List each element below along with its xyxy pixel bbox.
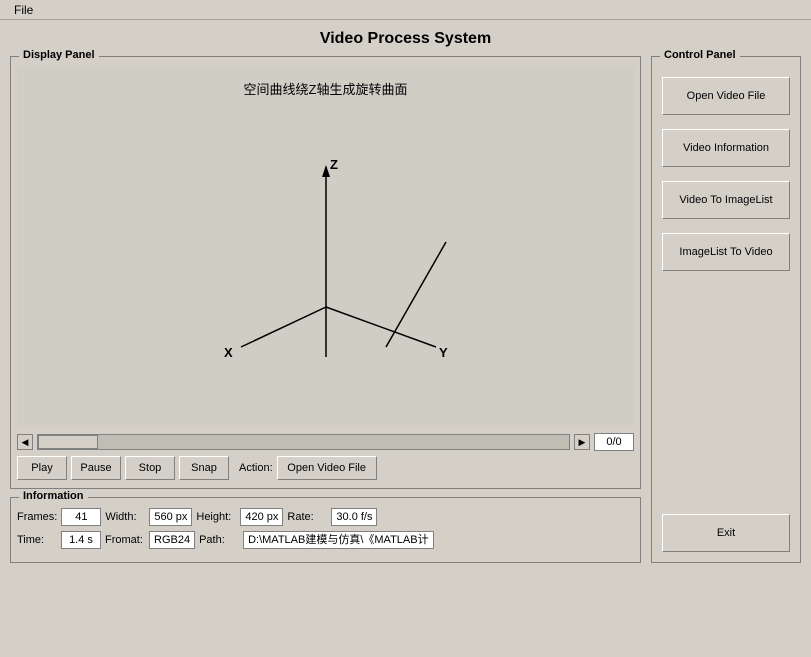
display-panel-label: Display Panel bbox=[19, 49, 99, 61]
left-panel: Display Panel 空间曲线绕Z轴生成旋转曲面 bbox=[10, 56, 641, 563]
frames-value: 41 bbox=[61, 508, 101, 526]
width-label: Width: bbox=[105, 511, 145, 523]
path-value: D:\MATLAB建模与仿真\《MATLAB计 bbox=[243, 531, 434, 549]
app-body: Display Panel 空间曲线绕Z轴生成旋转曲面 bbox=[0, 56, 811, 573]
video-to-imagelist-button[interactable]: Video To ImageList bbox=[662, 181, 790, 219]
control-panel-group: Control Panel Open Video File Video Info… bbox=[651, 56, 801, 563]
action-label: Action: bbox=[239, 462, 273, 474]
imagelist-to-video-button[interactable]: ImageList To Video bbox=[662, 233, 790, 271]
scrollbar-thumb[interactable] bbox=[38, 435, 98, 449]
menu-file[interactable]: File bbox=[6, 1, 41, 19]
axes-svg: Z X Y bbox=[196, 127, 456, 387]
info-panel: Information Frames: 41 Width: 560 px Hei… bbox=[10, 497, 641, 563]
svg-text:Z: Z bbox=[330, 157, 338, 172]
play-button[interactable]: Play bbox=[17, 456, 67, 480]
format-value: RGB24 bbox=[149, 531, 195, 549]
height-value: 420 px bbox=[240, 508, 283, 526]
svg-text:Y: Y bbox=[439, 345, 448, 360]
width-value: 560 px bbox=[149, 508, 192, 526]
axes-container: Z X Y bbox=[196, 127, 456, 387]
format-label: Fromat: bbox=[105, 534, 145, 546]
scroll-right-arrow[interactable]: ▶ bbox=[574, 434, 590, 450]
rate-value: 30.0 f/s bbox=[331, 508, 377, 526]
scroll-left-arrow[interactable]: ◀ bbox=[17, 434, 33, 450]
display-area: 空间曲线绕Z轴生成旋转曲面 Z bbox=[17, 67, 634, 427]
chart-title: 空间曲线绕Z轴生成旋转曲面 bbox=[244, 79, 408, 98]
snap-button[interactable]: Snap bbox=[179, 456, 229, 480]
time-label: Time: bbox=[17, 534, 57, 546]
action-open-video-button[interactable]: Open Video File bbox=[277, 456, 377, 480]
time-value: 1.4 s bbox=[61, 531, 101, 549]
exit-button[interactable]: Exit bbox=[662, 514, 790, 552]
info-panel-label: Information bbox=[19, 490, 88, 502]
display-panel: Display Panel 空间曲线绕Z轴生成旋转曲面 bbox=[10, 56, 641, 489]
rate-label: Rate: bbox=[287, 511, 327, 523]
control-panel-label: Control Panel bbox=[660, 49, 740, 61]
video-information-button[interactable]: Video Information bbox=[662, 129, 790, 167]
pause-button[interactable]: Pause bbox=[71, 456, 121, 480]
menubar: File bbox=[0, 0, 811, 20]
open-video-file-button[interactable]: Open Video File bbox=[662, 77, 790, 115]
stop-button[interactable]: Stop bbox=[125, 456, 175, 480]
path-label: Path: bbox=[199, 534, 239, 546]
controls-row: Play Pause Stop Snap Action: Open Video … bbox=[17, 456, 634, 480]
right-panel: Control Panel Open Video File Video Info… bbox=[651, 56, 801, 563]
frame-counter: 0/0 bbox=[594, 433, 634, 451]
info-row-1: Frames: 41 Width: 560 px Height: 420 px … bbox=[17, 508, 634, 526]
info-row-2: Time: 1.4 s Fromat: RGB24 Path: D:\MATLA… bbox=[17, 531, 634, 549]
frames-label: Frames: bbox=[17, 511, 57, 523]
height-label: Height: bbox=[196, 511, 236, 523]
svg-text:X: X bbox=[224, 345, 233, 360]
scrollbar-row: ◀ ▶ 0/0 bbox=[17, 433, 634, 451]
scrollbar-track[interactable] bbox=[37, 434, 570, 450]
